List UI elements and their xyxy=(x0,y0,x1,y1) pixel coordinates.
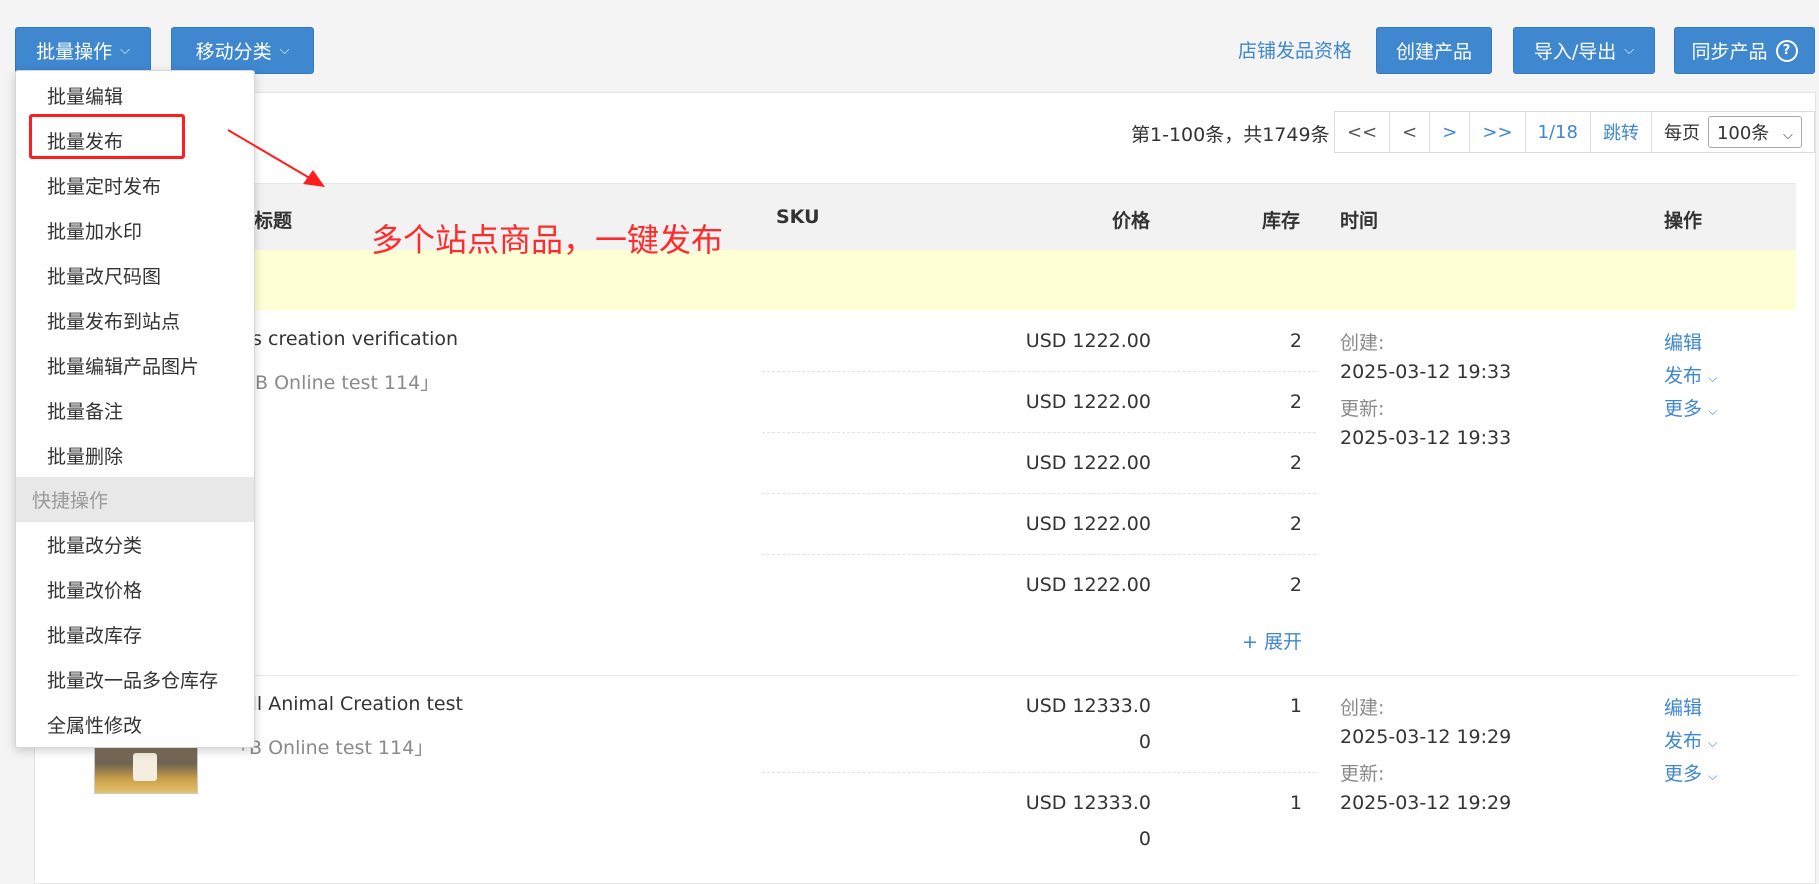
annotation-text: 多个站点商品，一键发布 xyxy=(371,221,724,259)
annotation-arrow xyxy=(227,129,325,187)
